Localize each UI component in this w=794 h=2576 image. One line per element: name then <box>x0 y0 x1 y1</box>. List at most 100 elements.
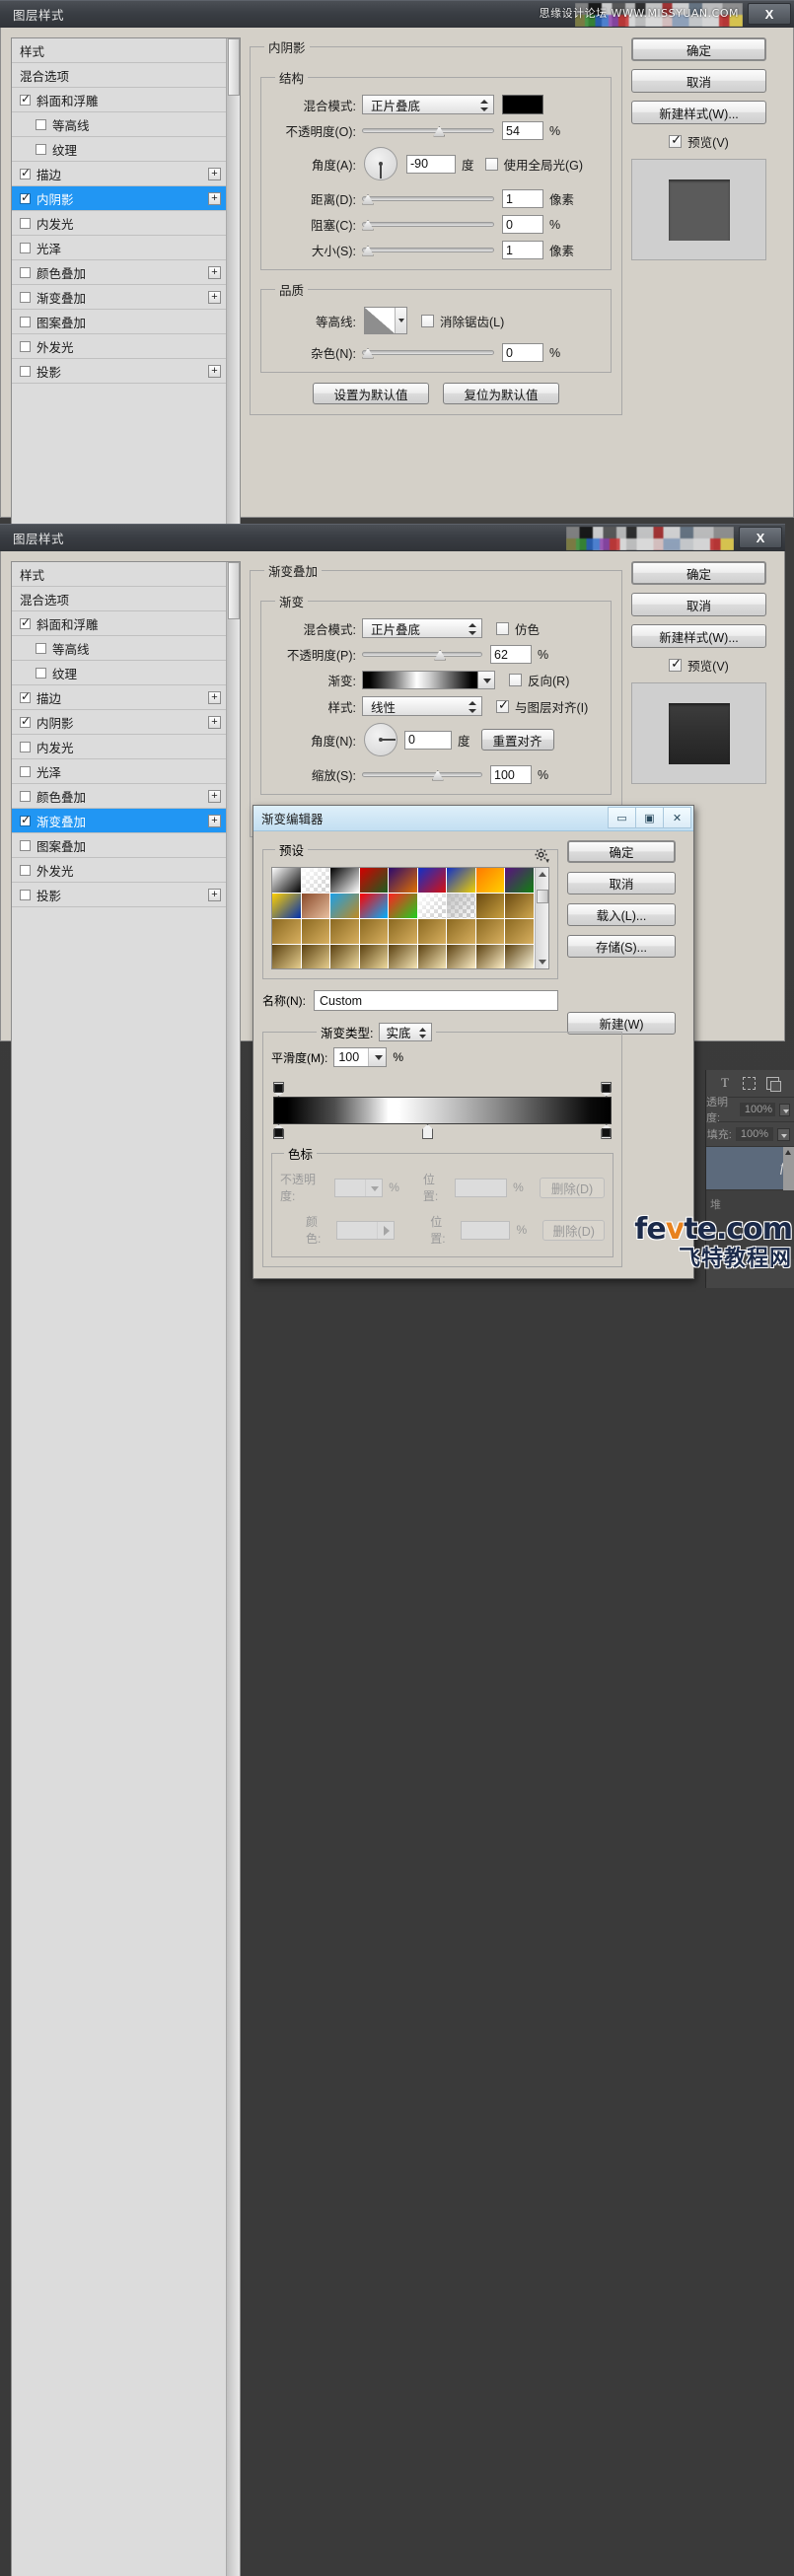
dialog2-style-item-12[interactable]: 外发光 <box>12 858 226 883</box>
noise-slider[interactable] <box>362 346 494 360</box>
dialog1-style-item-3[interactable]: 等高线 <box>12 112 226 137</box>
dialog2-style-item-11[interactable]: 图案叠加 <box>12 833 226 858</box>
preview-checkbox[interactable] <box>669 132 683 148</box>
new-style-button[interactable]: 新建样式(W)... <box>631 101 766 124</box>
dialog1-titlebar[interactable]: 图层样式 思缘设计论坛 WWW.MISSYUAN.COM X <box>0 0 794 28</box>
gradient-preset-11[interactable] <box>330 894 360 919</box>
g-opacity-input[interactable]: 62 <box>490 645 532 664</box>
contour-preview[interactable] <box>364 307 407 334</box>
dialog1-add-effect-icon-10[interactable]: + <box>208 291 221 304</box>
antialias-checkbox[interactable] <box>421 314 434 327</box>
align-layer-checkbox[interactable] <box>496 697 509 713</box>
gradient-preset-19[interactable] <box>301 919 331 945</box>
gradient-preset-9[interactable] <box>272 894 302 919</box>
gradient-preset-28[interactable] <box>301 945 331 968</box>
choke-slider[interactable] <box>362 218 494 232</box>
dialog1-style-item-0[interactable]: 样式 <box>12 38 226 63</box>
dialog1-style-checkbox-8[interactable] <box>20 242 31 253</box>
gradient-preset-0[interactable] <box>272 868 302 894</box>
dialog1-add-effect-icon-6[interactable]: + <box>208 192 221 205</box>
noise-input[interactable]: 0 <box>502 343 543 362</box>
gradient-preset-2[interactable] <box>330 868 360 894</box>
opacity-stop-left[interactable] <box>273 1082 284 1097</box>
dialog1-scrollbar-thumb[interactable] <box>228 38 240 96</box>
dialog2-style-checkbox-11[interactable] <box>20 839 31 851</box>
gradient-preset-22[interactable] <box>389 919 418 945</box>
gradient-strip[interactable] <box>273 1097 613 1124</box>
g-angle-dial[interactable] <box>364 723 397 756</box>
size-input[interactable]: 1 <box>502 241 543 259</box>
dialog1-style-checkbox-5[interactable] <box>20 166 31 179</box>
dialog2-style-item-2[interactable]: 斜面和浮雕 <box>12 611 226 636</box>
dialog1-style-item-11[interactable]: 图案叠加 <box>12 310 226 334</box>
g-preview-checkbox[interactable] <box>669 656 683 672</box>
minimize-icon[interactable]: ▭ <box>608 807 636 828</box>
gradient-preset-1[interactable] <box>301 868 331 894</box>
dialog2-style-item-10[interactable]: 渐变叠加 + <box>12 809 226 833</box>
gradient-preset-26[interactable] <box>505 919 535 945</box>
dialog1-style-item-2[interactable]: 斜面和浮雕 <box>12 88 226 112</box>
g-ok-button[interactable]: 确定 <box>631 561 766 585</box>
g-cancel-button[interactable]: 取消 <box>631 593 766 616</box>
dialog2-scrollbar-thumb[interactable] <box>228 562 240 619</box>
blend-mode-select[interactable]: 正片叠底 <box>362 95 494 114</box>
dialog1-add-effect-icon-9[interactable]: + <box>208 266 221 279</box>
dialog2-style-checkbox-3[interactable] <box>36 642 46 654</box>
dialog1-style-item-12[interactable]: 外发光 <box>12 334 226 359</box>
opacity-slider[interactable] <box>362 124 494 138</box>
dialog2-add-effect-icon-9[interactable]: + <box>208 790 221 803</box>
presets-grid[interactable] <box>271 867 549 969</box>
gradient-preset-14[interactable] <box>417 894 448 919</box>
dialog1-style-checkbox-3[interactable] <box>36 118 46 130</box>
smoothness-spinner[interactable]: 100 <box>333 1047 388 1067</box>
gradient-preview-bar[interactable] <box>362 671 478 689</box>
dialog2-style-checkbox-13[interactable] <box>20 889 31 900</box>
g-blend-mode-select[interactable]: 正片叠底 <box>362 618 482 638</box>
gradient-preset-35[interactable] <box>505 945 535 968</box>
shadow-color-swatch[interactable] <box>502 95 543 114</box>
dialog1-style-checkbox-2[interactable] <box>20 92 31 106</box>
dialog1-style-item-8[interactable]: 光泽 <box>12 236 226 260</box>
dialog1-style-checkbox-4[interactable] <box>36 143 46 155</box>
g-opacity-slider[interactable] <box>362 648 482 662</box>
gradient-preset-34[interactable] <box>475 945 506 968</box>
distance-input[interactable]: 1 <box>502 189 543 208</box>
gradient-preset-13[interactable] <box>389 894 418 919</box>
dialog1-style-item-4[interactable]: 纹理 <box>12 137 226 162</box>
dialog2-style-item-0[interactable]: 样式 <box>12 562 226 587</box>
ge-ok-button[interactable]: 确定 <box>567 840 676 863</box>
dialog1-add-effect-icon-5[interactable]: + <box>208 168 221 180</box>
dialog2-add-effect-icon-13[interactable]: + <box>208 889 221 901</box>
dialog2-style-item-5[interactable]: 描边 + <box>12 685 226 710</box>
color-stop-left[interactable] <box>273 1124 284 1139</box>
gradient-preset-27[interactable] <box>272 945 302 968</box>
dialog2-style-item-4[interactable]: 纹理 <box>12 661 226 685</box>
gradient-preset-25[interactable] <box>475 919 506 945</box>
gradient-editor-titlebar[interactable]: 渐变编辑器 ▭ ▣ ✕ <box>253 806 693 831</box>
gradient-preset-33[interactable] <box>447 945 476 968</box>
layers-scrollbar[interactable] <box>783 1147 794 1190</box>
angle-dial[interactable] <box>364 147 397 180</box>
gradient-preset-10[interactable] <box>301 894 331 919</box>
dialog2-style-checkbox-8[interactable] <box>20 765 31 777</box>
gradient-preset-18[interactable] <box>272 919 302 945</box>
dialog1-style-item-1[interactable]: 混合选项 <box>12 63 226 88</box>
reset-default-button[interactable]: 复位为默认值 <box>443 383 559 404</box>
reset-align-button[interactable]: 重置对齐 <box>480 729 554 751</box>
dialog2-style-item-9[interactable]: 颜色叠加 + <box>12 784 226 809</box>
dialog2-style-item-8[interactable]: 光泽 <box>12 759 226 784</box>
dialog1-style-checkbox-6[interactable] <box>20 190 31 204</box>
g-style-select[interactable]: 线性 <box>362 696 482 716</box>
dialog2-style-checkbox-6[interactable] <box>20 714 31 728</box>
dialog2-add-effect-icon-5[interactable]: + <box>208 691 221 704</box>
presets-scrollbar[interactable] <box>535 868 548 968</box>
gradient-preset-20[interactable] <box>330 919 360 945</box>
dialog2-close-button[interactable]: X <box>739 527 782 548</box>
gradient-preset-5[interactable] <box>417 868 448 894</box>
opacity-input[interactable]: 54 <box>502 121 543 140</box>
gradient-chevron-down-icon[interactable] <box>478 671 495 689</box>
dither-checkbox[interactable] <box>496 621 509 635</box>
dialog2-style-item-6[interactable]: 内阴影 + <box>12 710 226 735</box>
dialog1-add-effect-icon-13[interactable]: + <box>208 365 221 378</box>
distance-slider[interactable] <box>362 192 494 206</box>
